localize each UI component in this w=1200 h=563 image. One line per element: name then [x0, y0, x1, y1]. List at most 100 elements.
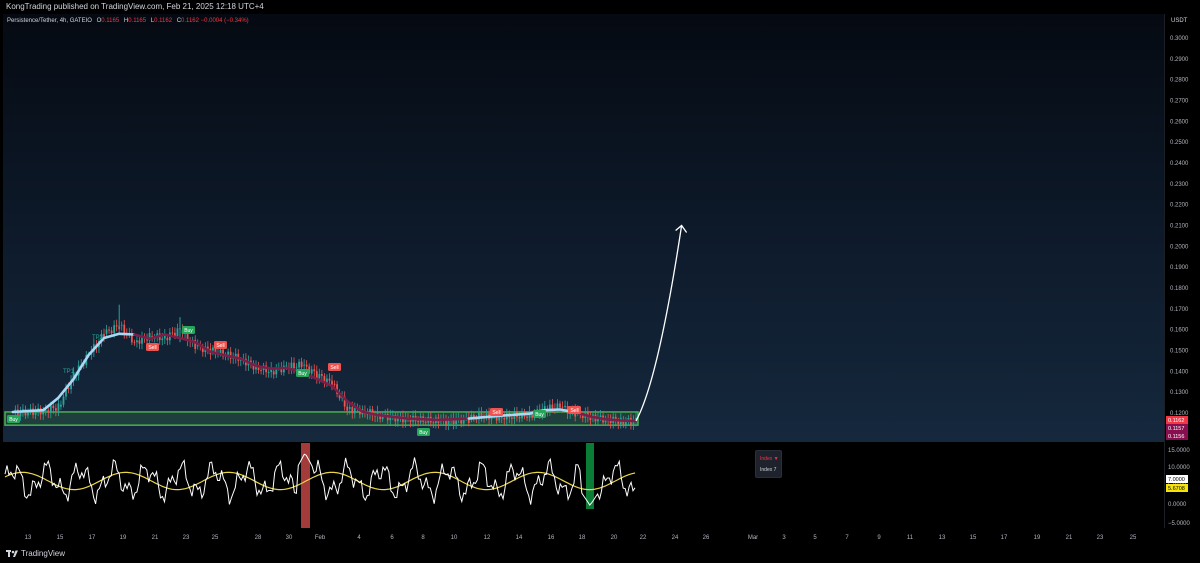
time-label: 20 [611, 535, 618, 541]
time-label: 7 [845, 535, 849, 541]
candle-body [161, 338, 164, 341]
time-label: 23 [1097, 535, 1104, 541]
time-label: 26 [703, 535, 710, 541]
oscillator-line [4, 453, 636, 506]
oversold-band [586, 443, 594, 509]
oscillator-pane[interactable] [3, 443, 1164, 528]
candle-body [272, 371, 275, 375]
ma-line-falling [133, 333, 471, 422]
signal-label: TP2 [92, 335, 104, 341]
price-badge-label: 0.1162 [1168, 418, 1184, 424]
signal-tp: TP1 [63, 369, 75, 375]
time-label: 5 [813, 535, 817, 541]
time-axis[interactable]: 13 15 17 19 21 23 25 28 30 Feb 4 6 8 10 12 14 16 18 20 22 24… [3, 528, 1164, 546]
candle-body [290, 362, 293, 369]
signal-buy: Buy [7, 415, 20, 423]
price-tick: 0.1400 [1170, 369, 1189, 375]
signal-buy: Buy [296, 369, 309, 377]
candle-body [318, 373, 321, 379]
time-label: 4 [357, 535, 361, 541]
signal-buy: Buy [182, 326, 195, 334]
osc-tick: 0.0000 [1168, 502, 1187, 508]
price-chart-svg: Buy TP2 TP1 Sell Buy Sell Buy Sell Buy Buy Sell Sel… [4, 224, 688, 436]
candle-body [503, 417, 506, 420]
candle-body [320, 373, 323, 376]
candle-body [103, 333, 105, 337]
signal-label: Buy [419, 430, 428, 436]
candle-body [432, 422, 435, 424]
candle-body [300, 361, 303, 368]
signal-label: TP1 [63, 369, 75, 375]
candle-body [531, 415, 534, 418]
signal-buy: Buy [417, 428, 430, 436]
signal-label: Buy [535, 412, 544, 418]
candle-body [295, 367, 298, 369]
osc-tick: 10.0000 [1168, 465, 1190, 471]
publish-header: KongTrading published on TradingView.com… [0, 0, 1200, 14]
candle-body [57, 403, 60, 411]
osc-tick: 15.0000 [1168, 448, 1190, 454]
oscillator-svg [4, 443, 636, 528]
candle-body [351, 407, 354, 414]
candle-body [60, 404, 62, 407]
candle-body [500, 417, 503, 418]
price-tick: 0.1300 [1170, 390, 1189, 396]
overbought-band [301, 443, 310, 528]
time-label: 12 [484, 535, 491, 541]
price-scale-svg: 0.3000 0.2900 0.2800 0.2700 0.2600 0.2500 0.24… [1166, 36, 1191, 527]
time-axis-svg: 13 15 17 19 21 23 25 28 30 Feb 4 6 8 10 12 14 16 18 20 22 24… [25, 535, 1137, 541]
price-tick: 0.2100 [1170, 224, 1189, 230]
time-label: 15 [970, 535, 977, 541]
publish-text: KongTrading published on TradingView.com… [6, 2, 264, 11]
candle-body [559, 403, 561, 408]
time-label: 3 [782, 535, 786, 541]
time-label: 25 [212, 535, 219, 541]
candle-body [315, 371, 318, 379]
candle-body [138, 340, 141, 344]
price-chart-pane[interactable]: Persistence/Tether, 4h, GATEIO O0.1165 H… [3, 14, 1164, 442]
signal-sell: Sell [490, 408, 503, 416]
candle-body [298, 361, 300, 368]
candle-body [561, 406, 564, 408]
candle-body [120, 324, 123, 326]
candle-body [310, 369, 313, 374]
time-label: 21 [1066, 535, 1073, 541]
footer: TradingView [0, 546, 1200, 563]
osc-badge-label: 5.6708 [1168, 486, 1185, 492]
candle-body [115, 325, 118, 327]
price-tick: 0.2600 [1170, 119, 1189, 125]
price-tick: 0.2500 [1170, 140, 1189, 146]
signal-label: Buy [298, 371, 307, 377]
signal-sell: Sell [146, 343, 159, 351]
index-popup[interactable]: Index ▼ Index 7 [755, 450, 782, 478]
time-label: 9 [877, 535, 881, 541]
price-badge-label: 0.1157 [1168, 426, 1184, 432]
index-popup-title: Index [760, 456, 773, 462]
candle-body [518, 417, 521, 419]
candle-body [267, 372, 270, 373]
candle-body [123, 324, 126, 334]
candle-body [176, 328, 179, 337]
time-label: 18 [579, 535, 586, 541]
price-scale[interactable]: USDT 0.3000 0.2900 0.2800 0.2700 0.2600 0.250… [1164, 14, 1200, 528]
brand-name: TradingView [21, 549, 66, 558]
signal-label: Sell [148, 345, 156, 351]
candle-body [47, 410, 50, 413]
time-label: 14 [516, 535, 523, 541]
time-label: 6 [390, 535, 394, 541]
candle-body [54, 408, 57, 411]
candle-body [108, 329, 110, 331]
signal-sell: Sell [568, 406, 581, 414]
signal-label: Sell [492, 410, 500, 416]
candle-body [510, 417, 513, 419]
candle-body [526, 416, 528, 418]
signal-label: Buy [184, 328, 193, 334]
candle-body [62, 396, 65, 405]
osc-badge-label: 7.0000 [1168, 477, 1185, 483]
time-label: 25 [1130, 535, 1137, 541]
candle-body [313, 369, 316, 372]
time-label: 17 [89, 535, 96, 541]
signal-label: Sell [216, 343, 224, 349]
time-label: 15 [57, 535, 64, 541]
time-label: 11 [907, 535, 914, 541]
